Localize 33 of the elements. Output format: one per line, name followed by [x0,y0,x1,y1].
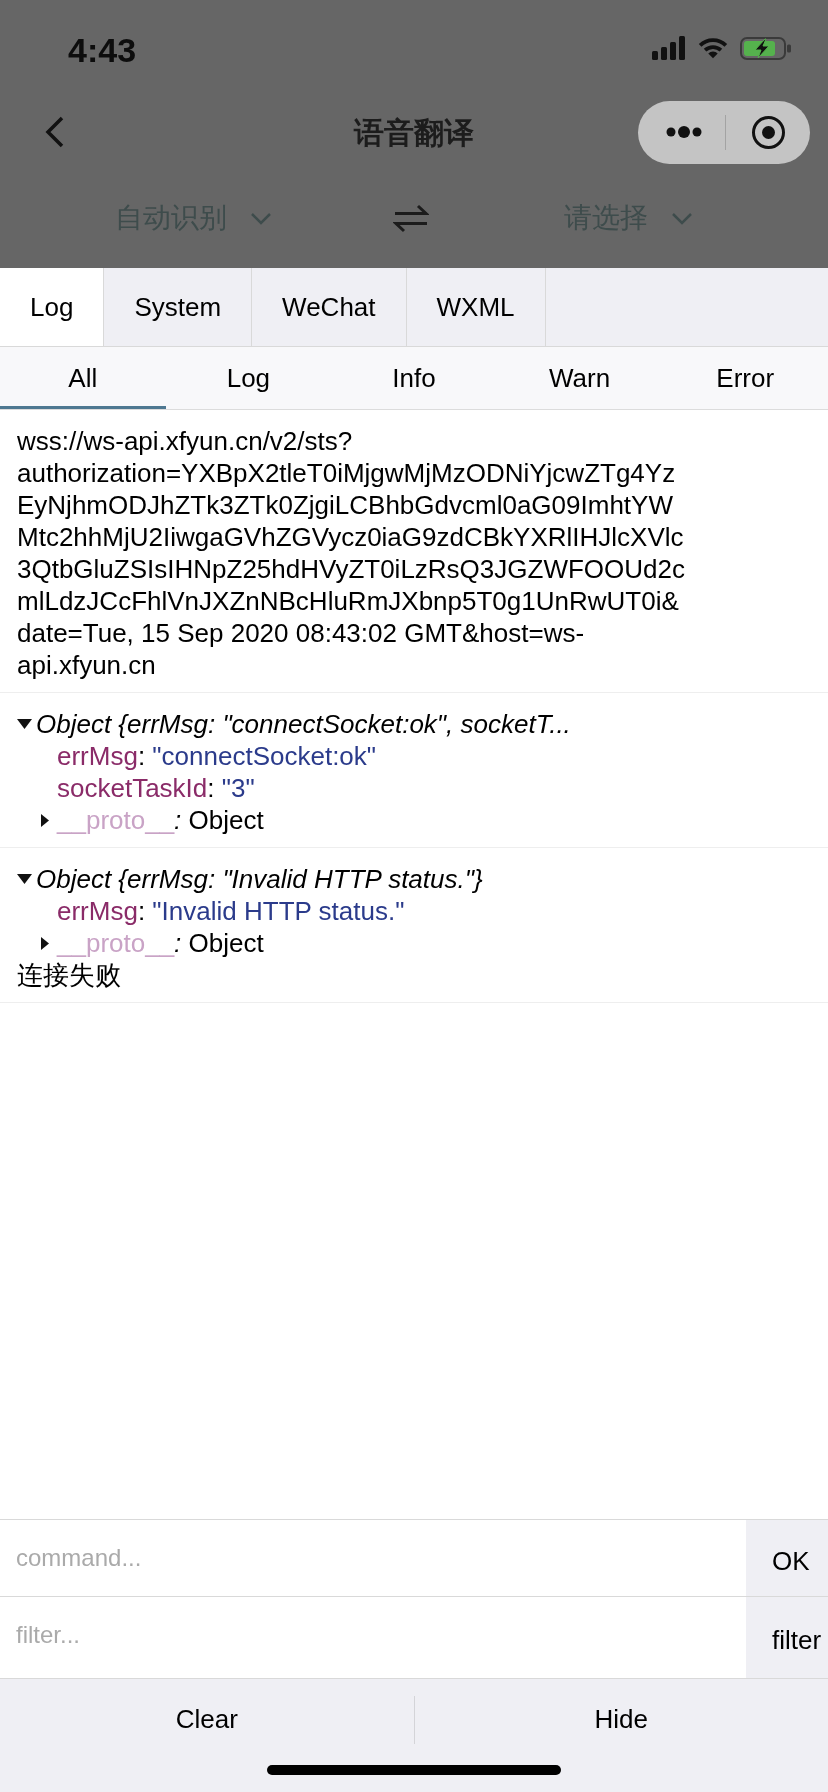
caret-down-icon[interactable] [17,719,32,729]
wifi-icon [698,37,728,59]
more-icon[interactable] [666,126,702,138]
log-message: 连接失败 [17,959,121,991]
ok-button[interactable]: OK [746,1520,828,1596]
prototype-property: __proto__: Object [57,927,264,959]
toolbar-button[interactable]: Hide [414,1679,828,1760]
signal-icon [652,36,686,60]
back-icon[interactable] [45,116,64,148]
target-icon[interactable] [752,115,785,149]
status-time: 4:43 [68,31,137,69]
battery-charging-icon [740,36,792,60]
log-message: wss://ws-api.xfyun.cn/v2/sts?authorization=YXBpX2tleT0iMjgwMjMzODNiYjcwZTg4YzEyNjhmODJhZTk3ZTk0ZjgiLCBhbGdvcml0aG09ImhtYWMtc2hhMjU2IiwgaGVhZGVycz0iaG9zdCBkYXRlIHJlcXVlc3QtbGluZSIsIHNpZ25hdHVyZT0iLzRsQ3JGZWFOOUd2cmlLdzJCcFhlVnJXZnNBcHluRmJXbnp5T0g1UnRwUT0i&date=Tue, 15 Sep 2020 08:43:02 GMT&host=ws-api.xfyun.cn [17,425,686,681]
object-property: errMsg: "connectSocket:ok" [57,741,377,771]
object-property: errMsg: "Invalid HTTP status." [57,896,405,926]
log-level-tab[interactable]: Log [165,347,332,409]
caret-right-icon[interactable] [41,936,49,950]
object-property: socketTaskId: "3" [57,773,255,803]
log-level-tab[interactable]: Warn [496,347,663,409]
filter-button[interactable]: filter [746,1597,828,1678]
page-title: 语音翻译 [354,114,474,151]
log-level-tab[interactable]: Info [331,347,497,409]
caret-right-icon[interactable] [41,813,49,827]
prototype-property: __proto__: Object [57,804,264,836]
chevron-down-icon [671,211,693,225]
object-summary: Object {errMsg: "connectSocket:ok", socketT... [36,708,571,740]
chevron-down-icon [250,211,272,225]
swap-icon[interactable] [393,203,429,233]
object-summary: Object {errMsg: "Invalid HTTP status."} [36,863,483,895]
toolbar-button[interactable]: Clear [0,1679,414,1760]
caret-down-icon[interactable] [17,874,32,884]
console-tab[interactable]: Log [0,268,105,346]
log-level-tab[interactable]: Error [662,347,828,409]
